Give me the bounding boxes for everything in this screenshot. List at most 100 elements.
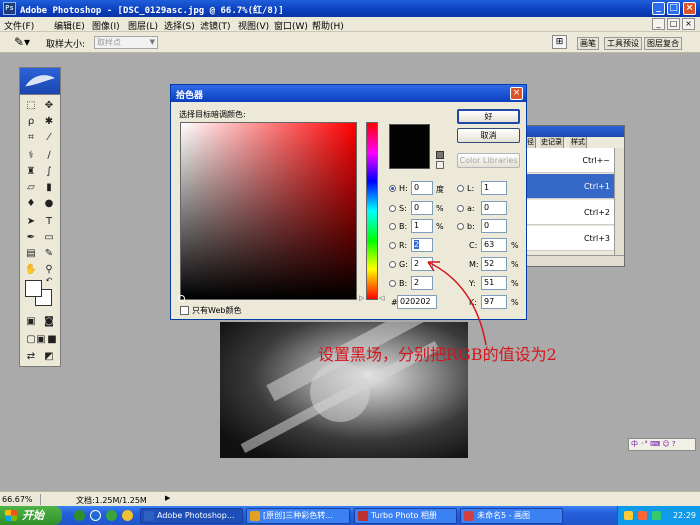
maximize-button[interactable]: □ [667,2,680,15]
eraser-tool-icon[interactable]: ▱ [23,180,39,195]
quicklaunch-icon[interactable] [106,510,117,521]
quicklaunch-icon[interactable] [74,510,85,521]
hue-slider-arrow-left[interactable]: ▷ [359,294,364,302]
pen-tool-icon[interactable]: ✒ [23,230,39,245]
gamut-warning-icon[interactable] [436,151,444,159]
task-browser[interactable]: [原创]三种彩色转... [246,508,350,524]
radio-saturation[interactable] [389,205,396,212]
web-safe-cube-icon[interactable] [436,161,444,169]
tab-history[interactable]: 史记录 [540,137,564,148]
tray-icon[interactable] [624,511,633,520]
radio-brightness[interactable] [389,223,396,230]
doc-restore-button[interactable]: □ [667,18,680,30]
web-colors-only-checkbox[interactable] [180,306,189,315]
ie-icon[interactable] [90,510,101,521]
quick-mask-icon[interactable]: ◙ [41,314,57,329]
radio-blue[interactable] [389,280,396,287]
path-select-icon[interactable]: ➤ [23,214,39,229]
imageready-icon[interactable]: ◩ [41,349,57,364]
hue-slider-arrow-right[interactable]: ◁ [379,294,384,302]
brightness-input[interactable]: 1 [411,219,433,233]
start-button[interactable]: 开始 [0,506,62,525]
tab-paths[interactable]: 径 [526,137,536,148]
dodge-tool-icon[interactable]: ● [41,196,57,211]
blue-input[interactable]: 2 [411,276,433,290]
hex-input[interactable]: 020202 [397,295,437,309]
radio-hue[interactable] [389,185,396,192]
menu-window[interactable]: 窗口(W) [274,19,308,32]
menu-select[interactable]: 选择(S) [164,19,195,32]
menu-filter[interactable]: 滤镜(T) [200,19,231,32]
red-input[interactable]: 2 [411,238,433,252]
green-input[interactable]: 2 [411,257,433,271]
panel-scrollbar[interactable] [614,148,624,256]
hand-tool-icon[interactable]: ✋ [23,262,39,277]
swap-colors-icon[interactable]: ↶ [41,273,57,288]
channel-row-green[interactable]: Ctrl+2 [526,200,614,225]
move-tool-icon[interactable]: ✥ [41,98,57,113]
b-channel-input[interactable]: 0 [481,219,507,233]
standard-mode-icon[interactable]: ▣ [23,314,39,329]
foreground-color-swatch[interactable] [25,280,42,297]
menu-help[interactable]: 帮助(H) [312,19,344,32]
gradient-tool-icon[interactable]: ▮ [41,180,57,195]
panel-footer-buttons[interactable] [526,255,624,266]
history-brush-icon[interactable]: ∫ [41,164,57,179]
doc-minimize-button[interactable]: _ [652,18,665,30]
color-field[interactable] [178,122,357,302]
notes-tool-icon[interactable]: ▤ [23,246,39,261]
menu-layer[interactable]: 图层(L) [128,19,158,32]
marquee-tool-icon[interactable]: ⬚ [23,98,39,113]
zoom-level[interactable]: 66.67% [2,495,33,504]
hue-slider[interactable] [366,122,378,300]
hue-input[interactable]: 0 [411,181,433,195]
color-selection-marker[interactable] [178,295,185,302]
a-channel-input[interactable]: 0 [481,201,507,215]
status-menu-arrow-icon[interactable]: ▶ [165,494,170,502]
jump-to-imageready-icon[interactable]: ⇄ [23,349,39,364]
quicklaunch-icon[interactable] [122,510,133,521]
shape-tool-icon[interactable]: ▭ [41,230,57,245]
yellow-input[interactable]: 51 [481,276,507,290]
lasso-tool-icon[interactable]: ρ [23,114,39,129]
saturation-input[interactable]: 0 [411,201,433,215]
stamp-tool-icon[interactable]: ♜ [23,164,39,179]
menu-view[interactable]: 视图(V) [238,19,269,32]
ok-button[interactable]: 好 [457,109,520,124]
type-tool-icon[interactable]: T [41,214,57,229]
screen-mode-black-icon[interactable]: ■ [44,332,60,347]
magenta-input[interactable]: 52 [481,257,507,271]
menu-file[interactable]: 文件(F) [4,19,34,32]
doc-close-button[interactable]: × [682,18,695,30]
radio-a-channel[interactable] [457,205,464,212]
dialog-close-button[interactable]: × [510,87,523,100]
tray-icon[interactable] [638,511,647,520]
minimize-button[interactable]: _ [652,2,665,15]
tab-brushes[interactable]: 画笔 [577,37,599,50]
cancel-button[interactable]: 取消 [457,128,520,143]
eyedropper-icon[interactable]: ✎▾ [14,35,30,49]
menu-image[interactable]: 图像(I) [92,19,120,32]
magic-wand-icon[interactable]: ✱ [41,114,57,129]
task-photoshop[interactable]: Adobe Photoshop... [140,508,243,524]
crop-tool-icon[interactable]: ⌗ [23,130,39,145]
cyan-input[interactable]: 63 [481,238,507,252]
brush-tool-icon[interactable]: ∕ [41,148,57,163]
ime-toolbar[interactable]: 中 ◦° ⌨ ☺ ? [628,438,696,451]
sample-size-select[interactable]: 取样点 ▼ [94,36,158,49]
tab-styles[interactable]: 样式 [570,137,587,148]
task-turbo-photo[interactable]: Turbo Photo 相册 [354,508,457,524]
lightness-input[interactable]: 1 [481,181,507,195]
tab-tool-presets[interactable]: 工具预设 [604,37,642,50]
radio-b-channel[interactable] [457,223,464,230]
healing-brush-icon[interactable]: ⚕ [23,148,39,163]
channel-row-blue[interactable]: Ctrl+3 [526,226,614,251]
radio-green[interactable] [389,261,396,268]
close-button[interactable]: × [683,2,696,15]
palette-well-icon[interactable]: ⊞ [552,35,567,49]
channel-row-rgb[interactable]: Ctrl+~ [526,148,614,173]
blur-tool-icon[interactable]: ♦ [23,196,39,211]
tray-icon[interactable] [652,511,661,520]
menu-edit[interactable]: 编辑(E) [54,19,85,32]
black-input[interactable]: 97 [481,295,507,309]
